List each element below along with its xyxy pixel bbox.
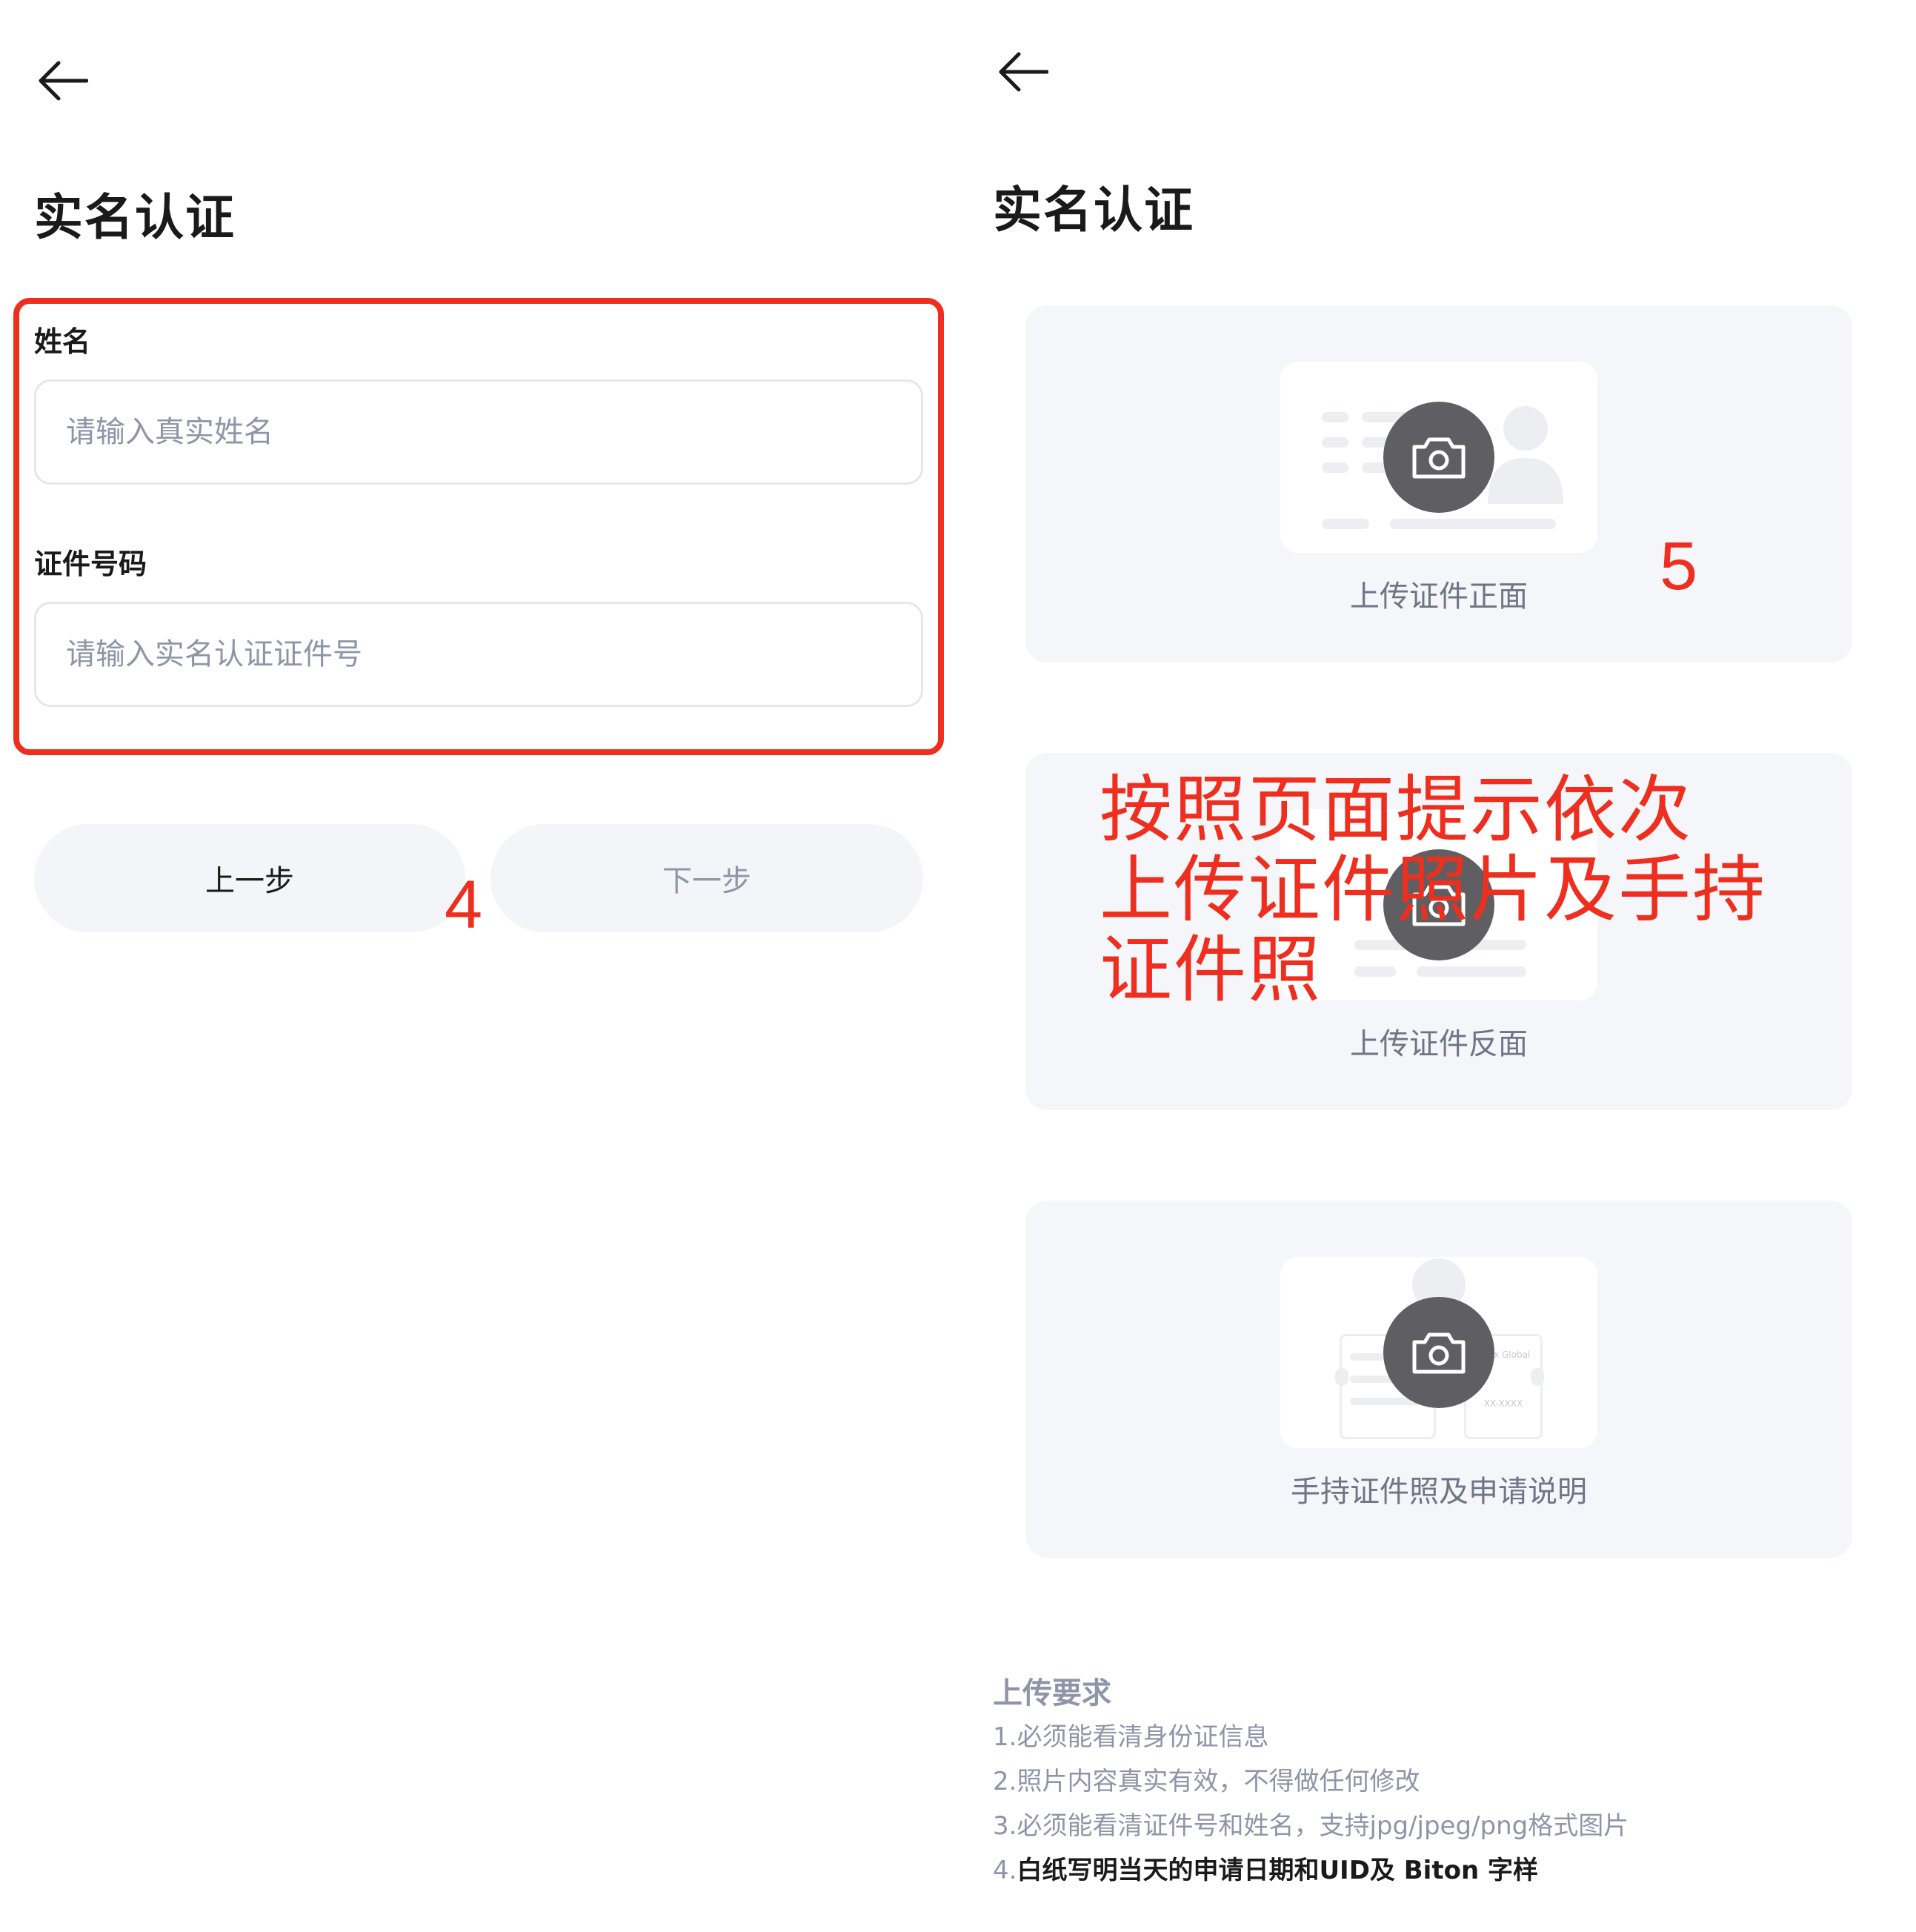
card-code-text: XX-XXXX	[1483, 1398, 1523, 1409]
requirement-text: 必须能看清证件号和姓名，支持jpg/jpeg/png格式图片	[1017, 1811, 1629, 1841]
requirement-num: 3.	[993, 1811, 1017, 1841]
next-step-label: 下一步	[662, 864, 751, 898]
arrow-left-icon	[39, 61, 88, 101]
back-button-right[interactable]	[990, 39, 1057, 105]
upload-handheld-label: 手持证件照及申请说明	[1291, 1475, 1587, 1509]
requirement-item: 3.必须能看清证件号和姓名，支持jpg/jpeg/png格式图片	[993, 1805, 1629, 1842]
camera-icon[interactable]	[1383, 402, 1494, 513]
annotation-line-1: 按照页面提示依次	[1100, 769, 1693, 850]
annotation-line-2: 上传证件照片及手持	[1100, 849, 1767, 930]
upload-id-front-card[interactable]: 上传证件正面	[1025, 305, 1852, 663]
requirement-num: 4.	[993, 1856, 1017, 1885]
upload-id-front-label: 上传证件正面	[1350, 580, 1528, 614]
prev-step-button[interactable]: 上一步	[34, 824, 465, 932]
id-front-illustration	[1280, 362, 1597, 553]
requirement-text: 照片内容真实有效，不得做任何修改	[1017, 1767, 1420, 1796]
requirement-text: 必须能看清身份证信息	[1017, 1722, 1269, 1752]
handheld-illustration: Bitxx Global XX-XXXX	[1280, 1257, 1597, 1448]
requirement-num: 2.	[993, 1767, 1017, 1796]
person-silhouette-icon	[1488, 406, 1563, 504]
requirements-title: 上传要求	[993, 1676, 1111, 1710]
next-step-button[interactable]: 下一步	[490, 824, 923, 932]
page-title-left: 实名认证	[34, 189, 236, 246]
requirement-item: 4.白纸写明当天的申请日期和UID及 Biton 字样	[993, 1850, 1538, 1886]
name-input[interactable]	[34, 379, 923, 485]
hand-right	[1531, 1368, 1544, 1386]
id-number-label: 证件号码	[34, 548, 147, 580]
requirement-num: 1.	[993, 1722, 1017, 1752]
upload-handheld-card[interactable]: Bitxx Global XX-XXXX 手持证件照及申请说明	[1025, 1201, 1852, 1558]
annotation-instruction: 按照页面提示依次 上传证件照片及手持 证件照	[1100, 769, 1766, 1009]
annotation-step-4: 4	[445, 867, 483, 943]
requirement-item: 2.照片内容真实有效，不得做任何修改	[993, 1761, 1420, 1797]
name-label: 姓名	[34, 325, 91, 358]
hand-left	[1335, 1368, 1348, 1386]
prev-step-label: 上一步	[205, 864, 294, 898]
arrow-left-icon	[999, 52, 1048, 92]
back-button-left[interactable]	[30, 47, 96, 114]
upload-id-back-label: 上传证件反面	[1350, 1027, 1528, 1061]
requirement-text: 白纸写明当天的申请日期和UID及 Biton 字样	[1017, 1856, 1538, 1885]
camera-icon[interactable]	[1383, 1297, 1494, 1408]
page-title-right: 实名认证	[993, 182, 1194, 239]
annotation-line-3: 证件照	[1100, 929, 1323, 1010]
requirement-item: 1.必须能看清身份证信息	[993, 1716, 1268, 1753]
id-number-input[interactable]	[34, 602, 923, 707]
annotation-step-5: 5	[1660, 528, 1698, 604]
